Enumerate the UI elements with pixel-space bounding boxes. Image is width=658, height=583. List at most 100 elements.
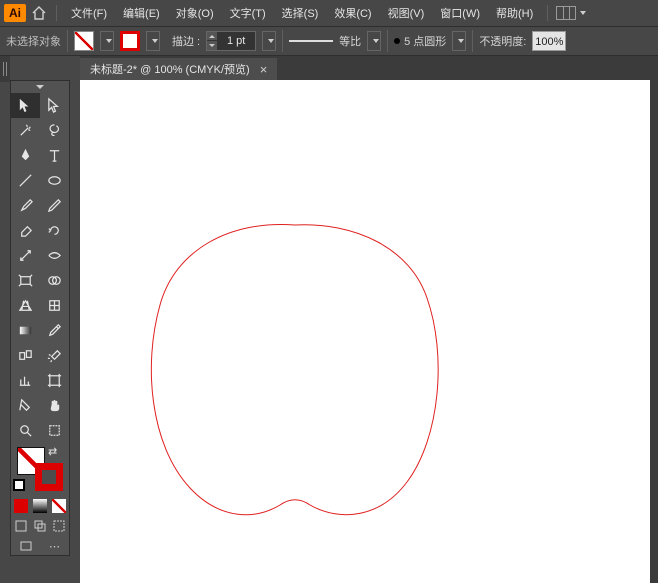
document-tab-title: 未标题-2* @ 100% (CMYK/预览) [90,61,250,77]
tools-grid [11,93,69,443]
direct-selection-tool[interactable] [40,93,69,118]
stroke-dropdown[interactable] [146,31,160,51]
menu-effect[interactable]: 效果(C) [328,3,377,23]
swap-fill-stroke-icon[interactable]: ⇄ [48,445,57,458]
tools-panel-grip[interactable] [11,81,69,93]
chevron-down-icon [106,39,112,43]
type-tool[interactable] [40,143,69,168]
hand-tool[interactable] [40,393,69,418]
ellipse-tool[interactable] [40,168,69,193]
selection-status: 未选择对象 [6,33,61,49]
draw-inside-icon[interactable] [50,517,69,535]
free-transform-tool[interactable] [11,268,40,293]
eyedropper-tool[interactable] [40,318,69,343]
shape-builder-tool[interactable] [40,268,69,293]
width-tool[interactable] [40,243,69,268]
menu-object[interactable]: 对象(O) [170,3,220,23]
tools-panel: ⇄ ⋯ [10,80,70,556]
artwork-path[interactable] [135,220,455,530]
lasso-tool[interactable] [40,118,69,143]
brush-dot-icon [394,38,400,44]
blend-tool[interactable] [11,343,40,368]
fill-swatch[interactable] [74,31,94,51]
zoom-tool[interactable] [11,418,40,443]
right-panel-dock[interactable] [650,56,658,583]
perspective-grid-tool[interactable] [11,293,40,318]
chevron-down-icon [152,39,158,43]
chevron-icon [36,85,44,89]
fill-stroke-box: ⇄ [13,445,67,495]
screen-mode-row [11,517,69,535]
extra-mode-row: ⋯ [11,537,69,555]
canvas[interactable] [80,80,658,583]
symbol-sprayer-tool[interactable] [40,343,69,368]
opacity-label: 不透明度: [479,33,526,49]
screen-mode-icon[interactable] [11,537,40,555]
stepper-up-icon[interactable] [207,32,217,41]
eraser-tool[interactable] [11,218,40,243]
brush-dropdown[interactable] [452,31,466,51]
magic-wand-tool[interactable] [11,118,40,143]
line-segment-tool[interactable] [11,168,40,193]
document-tab-bar: 未标题-2* @ 100% (CMYK/预览) × [80,56,658,80]
brush-definition[interactable]: 5 点圆形 [394,33,446,49]
color-mode-gradient[interactable] [30,497,49,515]
workspace-switcher[interactable] [556,6,586,20]
separator [67,30,68,52]
chevron-down-icon [268,39,274,43]
control-bar: 未选择对象 描边 : 1 pt 等比 5 点圆形 不透明度: 100% [0,26,658,56]
artboard-tool[interactable] [40,368,69,393]
dock-collapse-handle[interactable] [0,56,10,82]
gradient-tool[interactable] [11,318,40,343]
menu-view[interactable]: 视图(V) [382,3,431,23]
pen-tool[interactable] [11,143,40,168]
draw-normal-icon[interactable] [11,517,30,535]
selection-tool[interactable] [11,93,40,118]
pencil-tool[interactable] [40,193,69,218]
fill-dropdown[interactable] [100,31,114,51]
scale-tool[interactable] [11,243,40,268]
separator [56,5,57,21]
color-mode-row [11,497,69,515]
variable-width-dropdown[interactable] [367,31,381,51]
paintbrush-tool[interactable] [11,193,40,218]
stroke-swatch[interactable] [120,31,140,51]
separator [282,30,283,52]
stepper-down-icon[interactable] [207,41,217,50]
draw-behind-icon[interactable] [30,517,49,535]
print-tiling-tool[interactable] [40,418,69,443]
stroke-color[interactable] [35,463,63,491]
edit-toolbar-icon[interactable]: ⋯ [40,537,69,555]
separator [387,30,388,52]
stroke-weight-value[interactable]: 1 pt [217,32,255,50]
layout-icon [556,6,576,20]
column-graph-tool[interactable] [11,368,40,393]
variable-width-label: 等比 [339,33,361,49]
menu-type[interactable]: 文字(T) [224,3,272,23]
variable-width-profile[interactable] [289,33,333,49]
color-mode-none[interactable] [50,497,69,515]
menu-window[interactable]: 窗口(W) [434,3,486,23]
opacity-value[interactable]: 100% [532,31,566,51]
menu-edit[interactable]: 编辑(E) [117,3,166,23]
document-tab[interactable]: 未标题-2* @ 100% (CMYK/预览) × [80,58,277,80]
rotate-tool[interactable] [40,218,69,243]
menu-file[interactable]: 文件(F) [65,3,113,23]
stroke-weight-dropdown[interactable] [262,31,276,51]
menu-select[interactable]: 选择(S) [276,3,325,23]
slice-tool[interactable] [11,393,40,418]
color-mode-solid[interactable] [11,497,30,515]
chevron-down-icon [373,39,379,43]
app-logo: Ai [4,4,26,22]
stroke-weight-stepper[interactable]: 1 pt [206,31,256,51]
mesh-tool[interactable] [40,293,69,318]
chevron-down-icon [458,39,464,43]
brush-label: 5 点圆形 [404,33,446,49]
default-fill-stroke-icon[interactable] [13,479,25,491]
separator [472,30,473,52]
close-icon[interactable]: × [260,63,268,76]
chevron-down-icon [580,11,586,15]
menu-help[interactable]: 帮助(H) [490,3,539,23]
home-icon[interactable] [30,4,48,22]
menu-bar: Ai 文件(F) 编辑(E) 对象(O) 文字(T) 选择(S) 效果(C) 视… [0,0,658,26]
